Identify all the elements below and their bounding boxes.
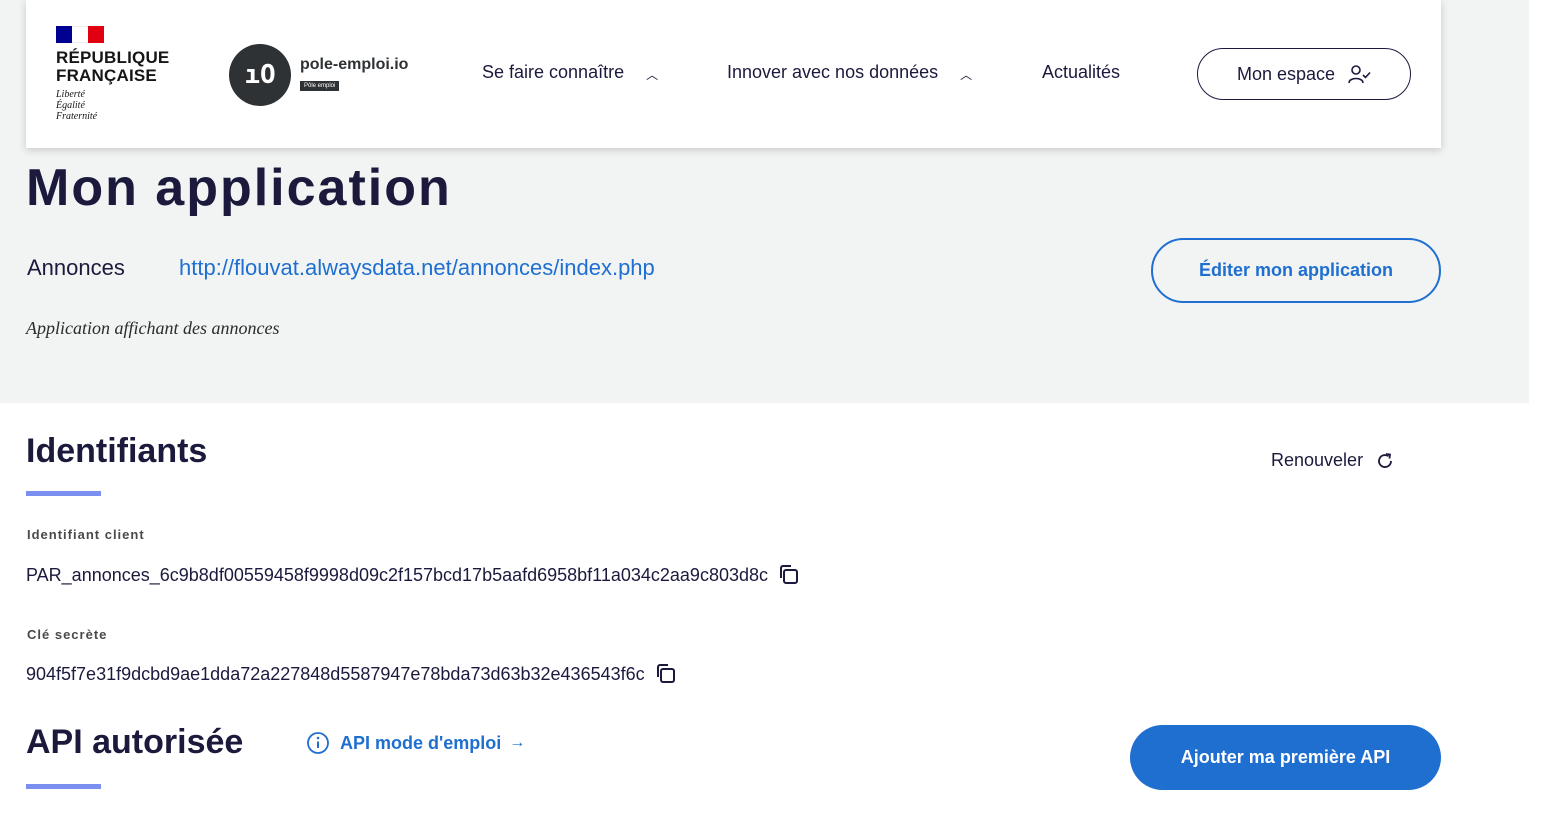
section-underline [26, 784, 101, 789]
add-first-api-button[interactable]: Ajouter ma première API [1130, 725, 1441, 790]
nav-item-innover[interactable]: Innover avec nos données ︿ [727, 62, 972, 83]
application-url-link[interactable]: http://flouvat.alwaysdata.net/annonces/i… [179, 255, 655, 281]
page-title: Mon application [26, 159, 452, 217]
secret-label: Clé secrète [27, 627, 108, 642]
republique-francaise-logo[interactable]: RÉPUBLIQUE FRANÇAISE Liberté Égalité Fra… [56, 26, 186, 122]
chevron-up-icon: ︿ [960, 68, 973, 82]
api-title: API autorisée [26, 723, 244, 761]
site-header: RÉPUBLIQUE FRANÇAISE Liberté Égalité Fra… [26, 0, 1441, 148]
pole-emploi-io-logo[interactable]: ıO pole-emploi.io Pôle emploi [229, 44, 408, 106]
french-flag-icon [56, 26, 104, 43]
info-icon [307, 732, 329, 754]
copy-icon[interactable] [653, 661, 679, 687]
republique-name: RÉPUBLIQUE FRANÇAISE [56, 48, 170, 85]
client-id-value: PAR_annonces_6c9b8df00559458f9998d09c2f1… [26, 562, 802, 588]
secret-text: 904f5f7e31f9dcbd9ae1dda72a227848d5587947… [26, 663, 645, 684]
refresh-icon [1378, 452, 1392, 468]
secret-value: 904f5f7e31f9dcbd9ae1dda72a227848d5587947… [26, 661, 679, 687]
api-doc-label: API mode d'emploi [340, 732, 502, 753]
copy-icon[interactable] [776, 562, 802, 588]
user-check-icon [1348, 65, 1371, 84]
section-underline [26, 491, 101, 496]
pole-emploi-logo-icon: ıO [229, 44, 291, 106]
nav-label: Se faire connaître [482, 62, 625, 82]
renew-label: Renouveler [1271, 450, 1364, 470]
chevron-up-icon: ︿ [646, 68, 659, 82]
application-name: Annonces [27, 255, 125, 280]
brand-tag: Pôle emploi [300, 81, 340, 91]
nav-item-actualites[interactable]: Actualités [1042, 62, 1120, 83]
mon-espace-label: Mon espace [1236, 63, 1336, 84]
nav-item-se-faire-connaitre[interactable]: Se faire connaître ︿ [482, 62, 658, 83]
republique-motto: Liberté Égalité Fraternité [56, 89, 98, 122]
mon-espace-button[interactable]: Mon espace [1197, 48, 1411, 100]
client-id-label: Identifiant client [27, 527, 145, 542]
nav-label: Innover avec nos données [727, 62, 939, 82]
brand-name: pole-emploi.io [300, 56, 409, 73]
credentials-title: Identifiants [26, 432, 208, 470]
client-id-text: PAR_annonces_6c9b8df00559458f9998d09c2f1… [26, 564, 768, 585]
edit-application-button[interactable]: Éditer mon application [1151, 238, 1441, 303]
api-doc-link[interactable]: API mode d'emploi → [306, 731, 525, 755]
application-description: Application affichant des annonces [26, 318, 280, 338]
renew-button[interactable]: Renouveler [1271, 450, 1395, 471]
nav-label: Actualités [1042, 62, 1121, 82]
arrow-right-icon: → [509, 734, 526, 751]
